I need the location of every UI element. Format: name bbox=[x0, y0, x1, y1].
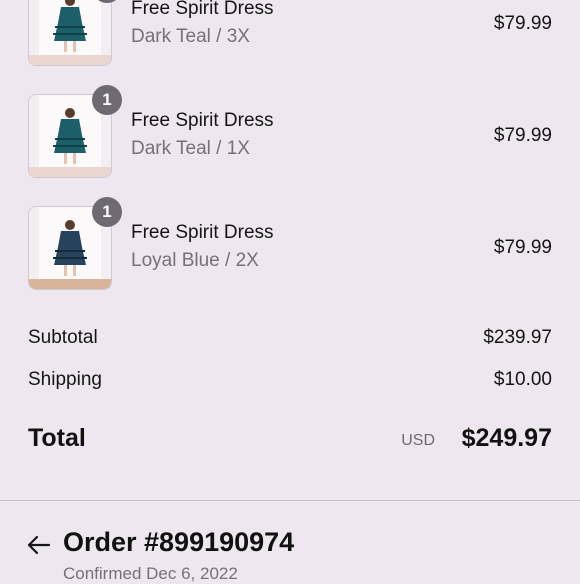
total-currency: USD bbox=[401, 432, 435, 449]
product-thumbnail[interactable]: 1 bbox=[28, 85, 122, 178]
line-item[interactable]: 1 Free Spirit Dress Dark Teal / 1X $79.9… bbox=[0, 85, 580, 184]
total-value: $249.97 bbox=[461, 424, 552, 452]
line-item[interactable]: 1 Free Spirit Dress Dark Teal / 3X $79.9… bbox=[0, 0, 580, 72]
dress-photo-image bbox=[29, 0, 111, 65]
product-thumbnail[interactable]: 1 bbox=[28, 197, 122, 290]
item-variant: Dark Teal / 3X bbox=[131, 26, 250, 47]
quantity-badge: 1 bbox=[92, 197, 122, 227]
subtotal-value: $239.97 bbox=[483, 327, 552, 348]
divider bbox=[0, 500, 580, 501]
arrow-left-icon bbox=[27, 535, 51, 555]
order-title: Order #899190974 bbox=[63, 527, 295, 557]
line-item[interactable]: 1 Free Spirit Dress Loyal Blue / 2X $79.… bbox=[0, 197, 580, 296]
item-name: Free Spirit Dress bbox=[131, 222, 274, 243]
item-variant: Loyal Blue / 2X bbox=[131, 250, 259, 271]
quantity-badge: 1 bbox=[92, 85, 122, 115]
shipping-value: $10.00 bbox=[493, 369, 552, 390]
item-variant: Dark Teal / 1X bbox=[131, 138, 250, 159]
order-subtitle: Confirmed Dec 6, 2022 bbox=[63, 564, 238, 583]
item-price: $79.99 bbox=[493, 237, 552, 258]
item-name: Free Spirit Dress bbox=[131, 0, 274, 19]
subtotal-label: Subtotal bbox=[28, 327, 98, 348]
item-price: $79.99 bbox=[493, 125, 552, 146]
back-button[interactable] bbox=[24, 530, 54, 560]
item-name: Free Spirit Dress bbox=[131, 110, 274, 131]
product-thumbnail[interactable]: 1 bbox=[28, 0, 122, 66]
total-label: Total bbox=[28, 424, 86, 452]
shipping-label: Shipping bbox=[28, 369, 102, 390]
item-price: $79.99 bbox=[493, 13, 552, 34]
